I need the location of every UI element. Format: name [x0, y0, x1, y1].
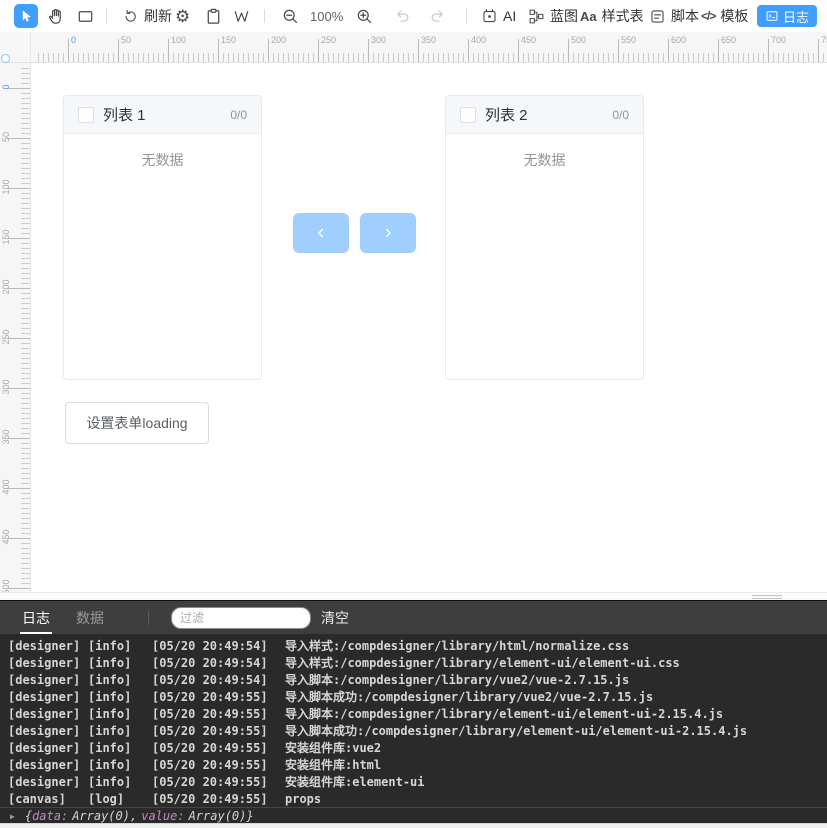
clipboard-icon — [204, 7, 223, 26]
empty-placeholder: 无数据 — [446, 150, 643, 170]
hand-icon — [46, 7, 65, 26]
template-label: 模板 — [720, 6, 748, 26]
chevron-right-icon — [381, 226, 395, 240]
w-logo-icon — [232, 7, 251, 26]
panel-count: 0/0 — [612, 108, 629, 122]
log-line: [designer][info][05/20 20:49:54]导入脚本:/co… — [8, 672, 827, 689]
log-line: [canvas][log][05/20 20:49:55]props — [8, 791, 827, 807]
log-line: [designer][info][05/20 20:49:55]安装组件库:vu… — [8, 740, 827, 757]
transfer-right-header: 列表 2 0/0 — [446, 96, 643, 134]
window-bottom-edge — [0, 823, 827, 828]
pan-tool-button[interactable] — [46, 0, 65, 32]
log-line: [designer][info][05/20 20:49:55]导入脚本成功:/… — [8, 689, 827, 706]
script-button[interactable]: 脚本 — [649, 0, 699, 32]
w-tool-button[interactable] — [232, 0, 251, 32]
redo-icon — [428, 7, 447, 26]
filter-input[interactable] — [171, 607, 311, 629]
select-tool-button[interactable] — [14, 4, 38, 28]
cursor-icon — [18, 8, 34, 24]
undo-button[interactable] — [393, 0, 412, 32]
clear-log-button[interactable]: 清空 — [321, 608, 349, 628]
ruler-origin-indicator — [1, 54, 10, 63]
panel-title: 列表 2 — [485, 104, 528, 125]
console-panel: 日志 数据 清空 [designer][info][05/20 20:49:54… — [0, 600, 827, 828]
clipboard-button[interactable] — [204, 0, 223, 32]
panel-count: 0/0 — [230, 108, 247, 122]
zoom-in-icon — [355, 7, 374, 26]
resize-grip-icon[interactable] — [752, 595, 782, 599]
code-icon: </> — [701, 9, 715, 23]
button-label: 设置表单loading — [86, 413, 187, 433]
select-all-checkbox[interactable] — [78, 107, 94, 123]
zoom-in-button[interactable] — [355, 0, 374, 32]
template-button[interactable]: </> 模板 — [701, 0, 748, 32]
log-line: [designer][info][05/20 20:49:55]安装组件库:el… — [8, 774, 827, 791]
log-line: [designer][info][05/20 20:49:55]导入脚本:/co… — [8, 706, 827, 723]
log-button-label: 日志 — [783, 7, 809, 26]
transfer-left-panel: 列表 1 0/0 无数据 — [63, 95, 262, 380]
toolbar-divider — [106, 9, 107, 23]
log-line: [designer][info][05/20 20:49:54]导入样式:/co… — [8, 655, 827, 672]
blueprint-button[interactable]: 蓝图 — [528, 0, 578, 32]
log-line: [designer][info][05/20 20:49:55]安装组件库:ht… — [8, 757, 827, 774]
console-divider — [148, 611, 149, 625]
console-toolbar: 日志 数据 清空 — [0, 601, 827, 634]
script-icon — [649, 8, 666, 25]
refresh-label: 刷新 — [144, 6, 172, 26]
stylesheet-icon: Aa — [580, 9, 597, 24]
settings-button[interactable]: ⚙ — [175, 0, 190, 32]
refresh-button[interactable]: 刷新 — [122, 0, 172, 32]
horizontal-ruler: 0501001502002503003504004505005506006507… — [30, 32, 827, 63]
transfer-right-panel: 列表 2 0/0 无数据 — [445, 95, 644, 380]
transfer-to-right-button[interactable] — [360, 213, 416, 253]
redo-button[interactable] — [428, 0, 447, 32]
log-panel-toggle-button[interactable]: 日志 — [757, 5, 817, 27]
log-output: [designer][info][05/20 20:49:54]导入样式:/co… — [0, 634, 827, 807]
log-line: [designer][info][05/20 20:49:54]导入样式:/co… — [8, 638, 827, 655]
design-canvas[interactable]: 列表 1 0/0 无数据 列表 2 0/0 无数据 设置表单loading — [30, 62, 827, 592]
terminal-icon — [765, 9, 779, 23]
rectangle-icon — [76, 7, 95, 26]
script-label: 脚本 — [671, 6, 699, 26]
vertical-ruler: 050100150200250300350400450500 — [0, 62, 31, 592]
transfer-to-left-button[interactable] — [293, 213, 349, 253]
toolbar-divider — [466, 9, 467, 23]
refresh-icon — [122, 8, 139, 25]
ai-icon — [481, 8, 498, 25]
select-all-checkbox[interactable] — [460, 107, 476, 123]
chevron-left-icon — [314, 226, 328, 240]
zoom-out-icon — [281, 7, 300, 26]
ai-label: AI — [503, 8, 516, 24]
main-toolbar: 刷新 ⚙ 100% — [0, 0, 827, 32]
stylesheet-button[interactable]: Aa 样式表 — [580, 0, 644, 32]
zoom-level: 100% — [310, 0, 343, 32]
empty-placeholder: 无数据 — [64, 150, 261, 170]
log-line: [designer][info][05/20 20:49:55]导入脚本成功:/… — [8, 723, 827, 740]
blueprint-label: 蓝图 — [550, 6, 578, 26]
zoom-out-button[interactable] — [281, 0, 300, 32]
ai-button[interactable]: AI — [481, 0, 516, 32]
marquee-tool-button[interactable] — [76, 0, 95, 32]
blueprint-icon — [528, 8, 545, 25]
toolbar-divider — [264, 9, 265, 23]
undo-icon — [393, 7, 412, 26]
stylesheet-label: 样式表 — [602, 6, 644, 26]
tab-log[interactable]: 日志 — [20, 601, 52, 634]
gear-icon: ⚙ — [175, 8, 190, 25]
transfer-left-header: 列表 1 0/0 — [64, 96, 261, 134]
panel-title: 列表 1 — [103, 104, 146, 125]
set-form-loading-button[interactable]: 设置表单loading — [65, 402, 209, 444]
tab-data[interactable]: 数据 — [74, 601, 106, 634]
